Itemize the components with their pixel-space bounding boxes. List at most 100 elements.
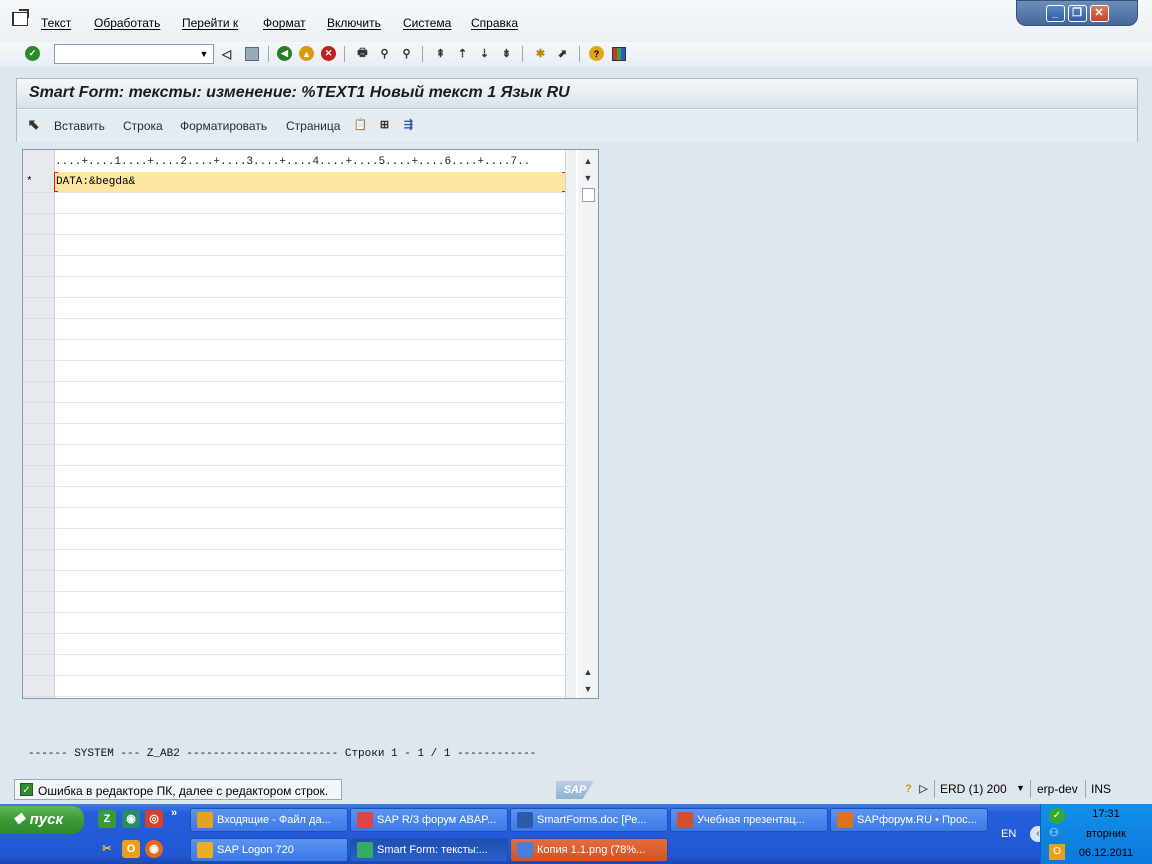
customize-layout-icon[interactable] xyxy=(610,45,627,62)
editor-line[interactable] xyxy=(55,214,565,235)
structure-icon[interactable]: ⊞ xyxy=(376,116,393,133)
next-page-icon[interactable]: ⇣ xyxy=(476,45,493,62)
close-button[interactable]: ✕ xyxy=(1089,4,1109,22)
editor-line[interactable] xyxy=(55,277,565,298)
taskbar-button[interactable]: SAP Logon 720 xyxy=(190,838,348,862)
restore-button[interactable]: ❐ xyxy=(1067,4,1087,22)
menu-format[interactable]: Формат xyxy=(263,16,306,30)
editor-line[interactable] xyxy=(55,550,565,571)
new-session-icon[interactable]: ✱ xyxy=(532,45,549,62)
first-page-icon[interactable]: ⇞ xyxy=(432,45,449,62)
insert-button[interactable]: Вставить xyxy=(54,119,105,133)
format-button[interactable]: Форматировать xyxy=(180,119,267,133)
editor-line[interactable] xyxy=(55,466,565,487)
scroll-up-bottom-icon[interactable]: ▲ xyxy=(581,665,595,679)
command-field[interactable]: ▼ xyxy=(54,44,214,64)
minimize-button[interactable]: _ xyxy=(1045,4,1065,22)
help-icon[interactable]: ? xyxy=(588,45,605,62)
tray-network-icon[interactable]: ⚇ xyxy=(1049,826,1065,840)
editor-line[interactable] xyxy=(55,298,565,319)
word-icon xyxy=(517,812,533,828)
scroll-down-bottom-icon[interactable]: ▼ xyxy=(581,682,595,696)
taskbar-button[interactable]: Входящие - Файл да... xyxy=(190,808,348,832)
save-icon[interactable] xyxy=(243,45,260,62)
tray-outlook-icon[interactable]: O xyxy=(1049,844,1065,860)
taskbar-button[interactable]: SAPфорум.RU • Прос... xyxy=(830,808,988,832)
quicklaunch-desktop-icon[interactable]: Z xyxy=(98,810,116,828)
scroll-up-icon[interactable]: ▲ xyxy=(581,154,595,168)
chevron-down-icon[interactable]: ▼ xyxy=(197,47,211,61)
editor-line[interactable] xyxy=(55,613,565,634)
exit-icon[interactable]: ▲ xyxy=(298,45,315,62)
editor-line[interactable] xyxy=(55,361,565,382)
menu-goto[interactable]: Перейти к xyxy=(182,16,238,30)
editor-line[interactable] xyxy=(55,319,565,340)
taskbar-button[interactable]: Копия 1.1.png (78%... xyxy=(510,838,668,862)
tray-check-icon[interactable]: ✓ xyxy=(1049,808,1065,824)
editor-line[interactable]: DATA:&begda& xyxy=(54,172,566,193)
menu-edit[interactable]: Обработать xyxy=(94,16,160,30)
collapse-status-icon[interactable]: ▷ xyxy=(915,780,932,797)
editor-line[interactable] xyxy=(55,382,565,403)
language-indicator[interactable]: EN xyxy=(1001,828,1016,840)
editor-line[interactable] xyxy=(55,571,565,592)
page-button[interactable]: Страница xyxy=(286,119,340,133)
vertical-scrollbar[interactable]: ▲ ▼ ▲ ▼ xyxy=(578,150,598,698)
editor-line[interactable] xyxy=(55,256,565,277)
quicklaunch-tool-icon[interactable]: ✂ xyxy=(98,840,116,858)
menu-help[interactable]: Справка xyxy=(471,16,518,30)
editor-line[interactable] xyxy=(55,634,565,655)
last-page-icon[interactable]: ⇟ xyxy=(498,45,515,62)
quicklaunch-firefox-icon[interactable]: ◉ xyxy=(145,840,163,858)
cursor-select-icon[interactable]: ⬉ xyxy=(25,116,42,133)
editor-line[interactable] xyxy=(55,445,565,466)
taskbar-button[interactable]: SAP R/3 форум ABAP... xyxy=(350,808,508,832)
line-marker xyxy=(23,361,55,382)
text-editor[interactable]: * ....+....1....+....2....+....3....+...… xyxy=(22,149,599,699)
insert-mode[interactable]: INS xyxy=(1091,782,1111,796)
scroll-down-icon[interactable]: ▼ xyxy=(581,171,595,185)
hierarchy-icon[interactable]: ⇶ xyxy=(400,116,417,133)
editor-line[interactable] xyxy=(55,592,565,613)
find-next-icon[interactable]: ⚲ xyxy=(398,45,415,62)
menu-window-icon[interactable] xyxy=(12,9,29,26)
editor-line[interactable] xyxy=(55,676,565,697)
menu-text[interactable]: Текст xyxy=(41,16,71,30)
triangle-left-icon[interactable]: ◁ xyxy=(218,45,235,62)
editor-line[interactable] xyxy=(55,487,565,508)
editor-lines[interactable]: DATA:&begda& xyxy=(54,172,566,698)
scroll-thumb[interactable] xyxy=(582,188,595,202)
clock-time[interactable]: 17:31 xyxy=(1071,808,1141,820)
editor-line[interactable] xyxy=(55,424,565,445)
shortcut-icon[interactable]: ⬈ xyxy=(554,45,571,62)
editor-line[interactable] xyxy=(55,235,565,256)
chrome-icon xyxy=(357,812,373,828)
system-dropdown-icon[interactable]: ▼ xyxy=(1012,779,1029,796)
editor-line[interactable] xyxy=(55,340,565,361)
menu-include[interactable]: Включить xyxy=(327,16,381,30)
find-icon[interactable]: ⚲ xyxy=(376,45,393,62)
taskbar-button[interactable]: SmartForms.doc [Ре... xyxy=(510,808,668,832)
editor-line[interactable] xyxy=(55,655,565,676)
line-marker xyxy=(23,340,55,361)
editor-line[interactable] xyxy=(55,193,565,214)
quicklaunch-chrome-icon[interactable]: ◎ xyxy=(145,810,163,828)
more-icon[interactable]: » xyxy=(171,807,177,819)
previous-page-icon[interactable]: ⇡ xyxy=(454,45,471,62)
line-button[interactable]: Строка xyxy=(123,119,163,133)
editor-line[interactable] xyxy=(55,529,565,550)
menu-system[interactable]: Система xyxy=(403,16,451,30)
back-icon[interactable]: ◀ xyxy=(276,45,293,62)
taskbar-button[interactable]: Учебная презентац... xyxy=(670,808,828,832)
start-button[interactable]: ❖ пуск xyxy=(0,806,84,834)
print-icon[interactable]: 🖶 xyxy=(354,45,371,62)
taskbar-button[interactable]: Smart Form: тексты:... xyxy=(350,838,508,862)
clipboard-icon[interactable]: 📋 xyxy=(352,116,369,133)
quicklaunch-outlook-icon[interactable]: O xyxy=(122,840,140,858)
status-message[interactable]: ✓ Ошибка в редакторе ПК, далее с редакто… xyxy=(14,779,342,800)
editor-line[interactable] xyxy=(55,508,565,529)
quicklaunch-sync-icon[interactable]: ◉ xyxy=(122,810,140,828)
enter-icon[interactable]: ✓ xyxy=(24,45,41,62)
editor-line[interactable] xyxy=(55,403,565,424)
cancel-icon[interactable]: ✕ xyxy=(320,45,337,62)
